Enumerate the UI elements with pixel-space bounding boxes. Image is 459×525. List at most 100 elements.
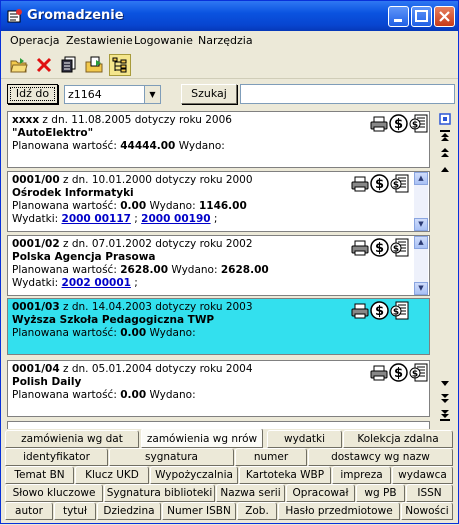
tab-nowosci[interactable]: Nowości xyxy=(401,502,453,520)
svg-text:$: $ xyxy=(375,304,384,319)
first-record-icon[interactable] xyxy=(437,128,453,144)
document-dollar-icon[interactable]: $ xyxy=(390,301,409,320)
goto-combo[interactable]: z1164 ▼ xyxy=(64,85,161,104)
document-dollar-icon[interactable]: $ xyxy=(390,238,409,257)
document-dollar-icon[interactable]: $ xyxy=(409,114,428,133)
menu-zestawienie[interactable]: Zestawienie xyxy=(66,34,133,47)
menu-bar: Operacja Zestawienie Logowanie Narzędzia xyxy=(1,31,458,51)
goto-button[interactable]: Idź do xyxy=(7,84,58,104)
record-scrollbar[interactable]: ▲ ▼ xyxy=(414,236,428,295)
tab-klucz-ukd[interactable]: Klucz UKD xyxy=(75,466,149,484)
tab-slowo-kluczowe[interactable]: Słowo kluczowe xyxy=(5,484,103,502)
expense-link[interactable]: 2000 00117 xyxy=(62,213,131,225)
scroll-down-icon[interactable]: ▼ xyxy=(414,282,428,295)
record-card[interactable]: 0001/02 z dn. 07.01.2002 dotyczy roku 20… xyxy=(7,235,430,296)
record-card-selected[interactable]: 0001/03 z dn. 14.04.2003 dotyczy roku 20… xyxy=(7,298,430,355)
close-button[interactable] xyxy=(434,6,455,27)
tab-numer[interactable]: numer xyxy=(235,448,307,466)
planned-value: 0.00 xyxy=(120,327,147,339)
page-up-icon[interactable] xyxy=(437,144,453,160)
search-button[interactable]: Szukaj xyxy=(181,84,237,104)
print-icon[interactable] xyxy=(369,114,388,133)
dollar-icon[interactable]: $ xyxy=(370,238,389,257)
menu-operacja[interactable]: Operacja xyxy=(10,34,60,47)
scroll-down-icon[interactable]: ▼ xyxy=(414,218,428,231)
tab-kartoteka-wbp[interactable]: Kartoteka WBP xyxy=(239,466,331,484)
scroll-up-icon[interactable]: ▲ xyxy=(414,172,428,185)
tab-nazwa-serii[interactable]: Nazwa serii xyxy=(216,484,285,502)
chevron-down-icon[interactable]: ▼ xyxy=(144,86,160,103)
expenses-label: Wydatki: xyxy=(12,277,62,289)
print-icon[interactable] xyxy=(350,174,369,193)
record-card[interactable]: 0001/04 z dn. 05.01.2004 dotyczy roku 20… xyxy=(7,360,430,417)
tab-zamowienia-wg-nrow[interactable]: zamówienia wg nrów xyxy=(141,428,263,448)
record-values: Planowana wartość: 0.00 Wydano: xyxy=(12,389,425,402)
spent-label: Wydano: xyxy=(146,327,196,339)
menu-narzedzia[interactable]: Narzędzia xyxy=(198,34,253,47)
open-document-icon[interactable] xyxy=(83,54,105,76)
menu-logowanie[interactable]: Logowanie xyxy=(134,34,193,47)
tab-autor[interactable]: autor xyxy=(5,502,53,520)
tab-haslo-przedmiotowe[interactable]: Hasło przedmiotowe xyxy=(278,502,400,520)
scroll-down-icon[interactable] xyxy=(437,376,453,392)
page-down-icon[interactable] xyxy=(437,391,453,407)
tab-wypozyczalnia[interactable]: Wypożyczalnia xyxy=(150,466,238,484)
record-scrollbar[interactable]: ▲ ▼ xyxy=(414,172,428,231)
document-dollar-icon[interactable]: $ xyxy=(390,174,409,193)
svg-text:$: $ xyxy=(412,121,418,131)
record-marker-icon[interactable] xyxy=(437,111,453,127)
tree-view-icon[interactable] xyxy=(109,54,131,76)
record-card[interactable]: 0001/00 z dn. 10.01.2000 dotyczy roku 20… xyxy=(7,171,430,232)
record-date: z dn. 11.08.2005 dotyczy roku 2006 xyxy=(39,114,232,126)
tab-zob[interactable]: Zob. xyxy=(237,502,277,520)
open-folder-icon[interactable] xyxy=(8,54,30,76)
dollar-icon[interactable]: $ xyxy=(389,363,408,382)
tab-dziedzina[interactable]: Dziedzina xyxy=(97,502,161,520)
print-icon[interactable] xyxy=(369,363,388,382)
tab-sygnatura[interactable]: sygnatura xyxy=(109,448,234,466)
print-icon[interactable] xyxy=(350,238,369,257)
expense-link[interactable]: 2002 00001 xyxy=(62,277,131,289)
minimize-button[interactable] xyxy=(388,6,409,27)
search-input[interactable] xyxy=(240,84,455,104)
print-icon[interactable] xyxy=(350,301,369,320)
tab-dostawcy-wg-nazw[interactable]: dostawcy wg nazw xyxy=(308,448,453,466)
document-dollar-icon[interactable]: $ xyxy=(409,363,428,382)
svg-text:$: $ xyxy=(394,117,403,132)
documents-icon[interactable] xyxy=(58,54,80,76)
expense-link[interactable]: 2000 00190 xyxy=(141,213,210,225)
dollar-icon[interactable]: $ xyxy=(370,174,389,193)
tab-opracowal[interactable]: Opracował xyxy=(286,484,355,502)
record-header: 0001/04 z dn. 05.01.2004 dotyczy roku 20… xyxy=(12,363,425,376)
tab-temat-bn[interactable]: Temat BN xyxy=(5,466,74,484)
scroll-up-icon[interactable] xyxy=(437,161,453,177)
toolbar xyxy=(1,51,458,79)
goto-combo-value: z1164 xyxy=(68,88,102,101)
tab-issn[interactable]: ISSN xyxy=(406,484,453,502)
tab-kolekcja-zdalna[interactable]: Kolekcja zdalna xyxy=(343,430,453,448)
scroll-up-icon[interactable]: ▲ xyxy=(414,236,428,249)
tab-numer-isbn[interactable]: Numer ISBN xyxy=(162,502,236,520)
maximize-button[interactable] xyxy=(411,6,432,27)
svg-text:$: $ xyxy=(412,370,418,380)
svg-text:$: $ xyxy=(394,366,403,381)
dollar-icon[interactable]: $ xyxy=(389,114,408,133)
last-record-icon[interactable] xyxy=(437,407,453,423)
record-card[interactable]: xxxx z dn. 11.08.2005 dotyczy roku 2006 … xyxy=(7,111,430,168)
record-values: Planowana wartość: 44444.00 Wydano: xyxy=(12,140,425,153)
tab-sygnatura-biblioteki[interactable]: Sygnatura biblioteki xyxy=(104,484,215,502)
tab-wydatki[interactable]: wydatki xyxy=(267,430,342,448)
svg-text:$: $ xyxy=(375,241,384,256)
tab-identyfikator[interactable]: identyfikator xyxy=(5,448,108,466)
tab-wydawca[interactable]: wydawca xyxy=(392,466,453,484)
delete-icon[interactable] xyxy=(33,54,55,76)
record-header: xxxx z dn. 11.08.2005 dotyczy roku 2006 xyxy=(12,114,425,127)
tab-impreza[interactable]: impreza xyxy=(332,466,391,484)
spent-label: Wydano: xyxy=(146,200,199,212)
dollar-icon[interactable]: $ xyxy=(370,301,389,320)
record-id: 0001/00 xyxy=(12,174,60,186)
tab-tytul[interactable]: tytuł xyxy=(54,502,96,520)
tab-zamowienia-wg-dat[interactable]: zamówienia wg dat xyxy=(5,430,139,448)
record-id: xxxx xyxy=(12,114,40,126)
tab-wg-pb[interactable]: wg PB xyxy=(356,484,405,502)
